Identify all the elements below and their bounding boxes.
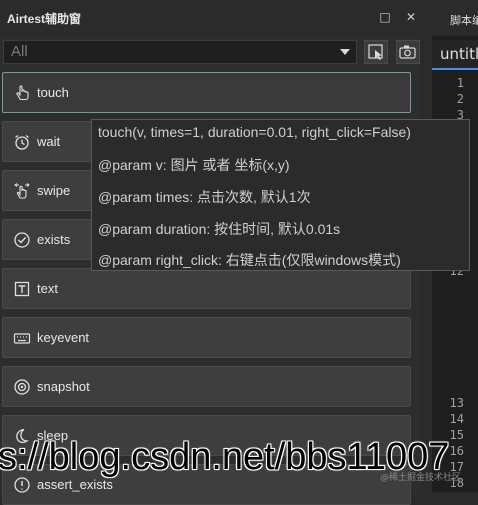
tooltip-param-times: @param times: 点击次数, 默认1次 — [98, 189, 311, 205]
tooltip-signature: touch(v, times=1, duration=0.01, right_c… — [98, 124, 411, 140]
watermark-small: @稀土掘金技术社区 — [380, 473, 462, 483]
capture-cursor-icon — [368, 44, 383, 60]
camera-settings-icon — [399, 45, 416, 59]
line-number: 14 — [449, 412, 464, 426]
api-item-label: wait — [37, 134, 61, 149]
screen-capture-button[interactable] — [364, 40, 388, 64]
check-circle-icon — [14, 232, 30, 248]
api-item-snapshot[interactable]: snapshot — [2, 366, 411, 407]
line-number: 13 — [449, 396, 464, 410]
doc-tab-untitled[interactable]: untitl — [432, 40, 478, 70]
panel-title: Airtest辅助窗 — [7, 12, 82, 26]
filter-row: All — [0, 40, 420, 66]
tooltip-param-duration: @param duration: 按住时间, 默认0.01s — [98, 221, 341, 237]
panel-header: Airtest辅助窗 □ ✕ — [0, 0, 420, 36]
api-item-touch[interactable]: touch — [2, 72, 411, 113]
camera-icon — [14, 379, 30, 395]
close-panel-icon[interactable]: ✕ — [404, 10, 418, 24]
api-item-text[interactable]: text — [2, 268, 411, 309]
api-item-label: keyevent — [37, 330, 90, 345]
restore-window-icon[interactable]: □ — [378, 10, 392, 24]
keyboard-icon — [13, 333, 31, 344]
tooltip-param-v: @param v: 图片 或者 坐标(x,y) — [98, 157, 290, 173]
line-number: 16 — [449, 444, 464, 458]
tooltip-param-right-click: @param right_click: 右键点击(仅限windows模式) — [98, 252, 401, 268]
api-item-keyevent[interactable]: keyevent — [2, 317, 411, 358]
api-tooltip: touch(v, times=1, duration=0.01, right_c… — [91, 119, 470, 271]
alarm-clock-icon — [15, 134, 29, 150]
api-item-label: assert_exists — [37, 477, 113, 492]
editor-panel-label: 脚本编 — [450, 14, 478, 27]
doc-tab-label: untitl — [440, 45, 478, 63]
line-number: 1 — [456, 76, 464, 90]
hand-pointer-icon — [16, 85, 29, 101]
text-box-icon — [14, 281, 30, 297]
api-item-label: touch — [37, 85, 69, 100]
api-item-label: text — [37, 281, 58, 296]
camera-capture-button[interactable] — [396, 40, 420, 64]
api-item-label: exists — [37, 232, 71, 247]
swipe-hand-icon — [14, 183, 30, 199]
chevron-down-icon — [340, 49, 350, 55]
line-number: 2 — [456, 92, 464, 106]
editor-panel-header: 脚本编 — [432, 0, 478, 36]
api-item-label: swipe — [37, 183, 71, 198]
api-item-label: snapshot — [37, 379, 90, 394]
line-number: 15 — [449, 428, 464, 442]
api-filter-select[interactable]: All — [3, 40, 357, 64]
filter-select-value: All — [11, 43, 28, 60]
